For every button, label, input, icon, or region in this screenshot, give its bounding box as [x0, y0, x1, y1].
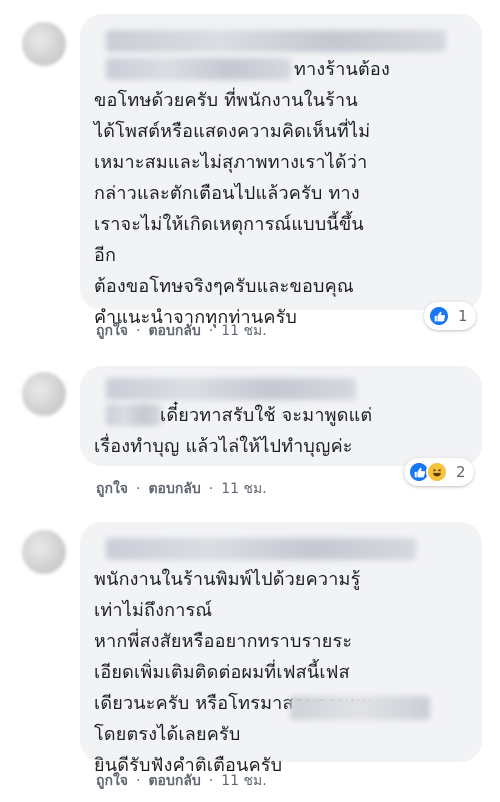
comment-bubble: ทางร้านต้อง ขอโทษด้วยครับ ที่พนักงานในร้… [80, 14, 482, 328]
like-link[interactable]: ถูกใจ [96, 320, 128, 342]
commenter-name-blurred[interactable] [106, 538, 416, 560]
avatar[interactable] [22, 372, 66, 416]
separator-dot: · [208, 481, 214, 497]
reaction-count: 1 [458, 307, 468, 325]
haha-icon [426, 461, 448, 483]
reply-link[interactable]: ตอบกลับ [148, 770, 200, 792]
timestamp[interactable]: 11 ชม. [221, 320, 266, 342]
reply-link[interactable]: ตอบกลับ [148, 320, 200, 342]
commenter-name-blurred[interactable] [106, 30, 446, 52]
reaction-count: 2 [456, 463, 466, 481]
timestamp[interactable]: 11 ชม. [221, 770, 266, 792]
comment-actions: ถูกใจ · ตอบกลับ · 11 ชม. [96, 770, 267, 792]
reaction-summary[interactable]: 1 [424, 302, 476, 330]
separator-dot: · [136, 481, 141, 497]
separator-dot: · [136, 773, 141, 789]
like-link[interactable]: ถูกใจ [96, 770, 128, 792]
reaction-summary[interactable]: 2 [404, 458, 474, 486]
comment-actions: ถูกใจ · ตอบกลับ · 11 ชม. [96, 478, 267, 500]
avatar[interactable] [22, 22, 66, 66]
separator-dot: · [208, 773, 214, 789]
comment-text: เดี๋ยวทาสรับใช้ จะมาพูดแต่ เรื่องทำบุญ แ… [94, 405, 373, 457]
avatar[interactable] [22, 530, 66, 574]
like-icon [428, 305, 450, 327]
comment-bubble: พนักงานในร้านพิมพ์ไปด้วยความรู้ เท่าไม่ถ… [80, 522, 482, 776]
reply-link[interactable]: ตอบกลับ [148, 478, 200, 500]
comment-actions: ถูกใจ · ตอบกลับ · 11 ชม. [96, 320, 267, 342]
redacted-text-blur [290, 696, 430, 720]
commenter-name-blurred[interactable] [106, 378, 356, 400]
comment-text: พนักงานในร้านพิมพ์ไปด้วยความรู้ เท่าไม่ถ… [94, 569, 373, 776]
like-link[interactable]: ถูกใจ [96, 478, 128, 500]
separator-dot: · [136, 323, 141, 339]
separator-dot: · [208, 323, 214, 339]
comment-bubble: เดี๋ยวทาสรับใช้ จะมาพูดแต่ เรื่องทำบุญ แ… [80, 366, 482, 466]
timestamp[interactable]: 11 ชม. [221, 478, 266, 500]
comment-text: ทางร้านต้อง ขอโทษด้วยครับ ที่พนักงานในร้… [94, 59, 390, 328]
